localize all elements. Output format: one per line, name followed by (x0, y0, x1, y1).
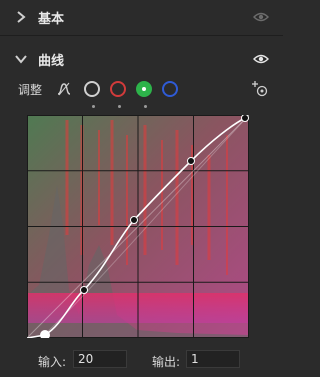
curve-control-point[interactable] (80, 286, 88, 294)
add-point-tool-icon[interactable] (251, 80, 269, 98)
selected-dot-icon (142, 87, 147, 91)
channel-indicator-dot (92, 105, 96, 108)
curve-control-point[interactable] (187, 157, 195, 165)
curve-control-point[interactable] (241, 115, 249, 122)
channel-red-button[interactable] (110, 81, 127, 108)
eye-icon[interactable] (253, 52, 269, 66)
channel-rgb-button[interactable] (84, 81, 101, 108)
channel-blue-button[interactable] (162, 81, 179, 97)
eye-icon[interactable] (253, 10, 269, 24)
output-label: 输出: (152, 355, 181, 369)
input-value-field[interactable] (73, 350, 127, 368)
chevron-down-icon (15, 55, 27, 64)
channel-green-button[interactable] (136, 81, 153, 108)
chevron-right-icon (17, 11, 26, 23)
basic-panel-header[interactable]: 基本 (0, 0, 283, 34)
curves-panel-header[interactable]: 曲线 (0, 42, 283, 76)
channel-indicator-dot (118, 105, 122, 108)
curves-panel-title: 曲线 (38, 53, 65, 69)
adjust-label: 调整 (18, 82, 43, 97)
input-output-row: 输入: 输出: (0, 350, 283, 370)
curve-smooth-icon[interactable] (56, 81, 72, 97)
adjust-toolbar: 调整 (0, 78, 283, 108)
channel-indicator-dot (144, 105, 148, 108)
input-label: 输入: (38, 355, 67, 369)
curve-control-point[interactable] (130, 216, 138, 224)
curves-graph[interactable] (27, 115, 249, 338)
output-value-field[interactable] (186, 350, 240, 368)
panel-divider (0, 35, 283, 36)
basic-panel-title: 基本 (38, 11, 65, 27)
